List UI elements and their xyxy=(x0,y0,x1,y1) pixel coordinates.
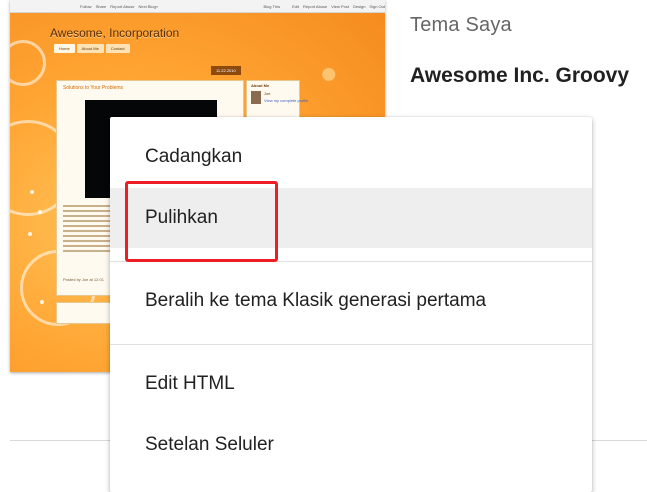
navbar-item: Sign Out xyxy=(369,3,385,9)
preview-post-title: Solutions to Your Problems xyxy=(63,85,124,91)
navbar-item: Next Blog» xyxy=(138,3,159,9)
decorative-swirl xyxy=(10,40,46,86)
menu-item-backup[interactable]: Cadangkan xyxy=(110,127,592,187)
navbar-item: Design xyxy=(352,3,366,9)
navbar-item: Edit xyxy=(292,3,299,9)
menu-separator xyxy=(110,344,592,345)
decorative-dot xyxy=(28,232,32,236)
preview-date-header: 11.22.2010 xyxy=(211,66,241,75)
menu-item-mobile-settings[interactable]: Setelan Seluler xyxy=(110,415,592,475)
menu-item-label: Beralih ke tema Klasik generasi pertama xyxy=(145,290,487,311)
preview-blog-title: Awesome, Incorporation xyxy=(50,26,180,40)
theme-name: Awesome Inc. Groovy xyxy=(410,64,630,87)
decorative-dot xyxy=(40,300,44,304)
preview-sidebar-name: Joe xyxy=(264,91,271,96)
navbar-item: Follow xyxy=(80,3,92,9)
decorative-dot xyxy=(38,210,42,214)
section-label: Tema Saya xyxy=(410,14,512,36)
avatar xyxy=(251,91,261,104)
navbar-item: Share xyxy=(95,3,107,9)
menu-item-edit-html[interactable]: Edit HTML xyxy=(110,354,592,414)
preview-sidebar-link: View my complete profile xyxy=(264,98,309,103)
decorative-dot xyxy=(30,190,34,194)
navbar-item: Blog This xyxy=(263,3,281,9)
menu-item-label: Cadangkan xyxy=(145,146,243,167)
blogger-navbar: Follow Share Report Abuse Next Blog» Blo… xyxy=(10,0,385,13)
menu-item-label: Setelan Seluler xyxy=(145,434,274,455)
navbar-item: Report Abuse xyxy=(110,3,135,9)
preview-tab: About Me xyxy=(76,44,104,53)
preview-tabs: Home About Me Contact xyxy=(54,44,130,53)
preview-tab: Contact xyxy=(105,44,130,53)
navbar-item: Report Abuse xyxy=(303,3,328,9)
menu-item-switch-classic-theme[interactable]: Beralih ke tema Klasik generasi pertama xyxy=(110,271,592,331)
menu-item-label: Edit HTML xyxy=(145,373,235,394)
annotation-highlight-box xyxy=(125,181,278,262)
preview-posted-by: Posted by Joe at 12:01 xyxy=(63,277,104,282)
theme-options-menu: Cadangkan Pulihkan Beralih ke tema Klasi… xyxy=(110,117,592,492)
preview-tab: Home xyxy=(54,44,75,53)
preview-sidebar-title: About Me xyxy=(251,83,270,88)
navbar-item: View Post xyxy=(331,3,349,9)
